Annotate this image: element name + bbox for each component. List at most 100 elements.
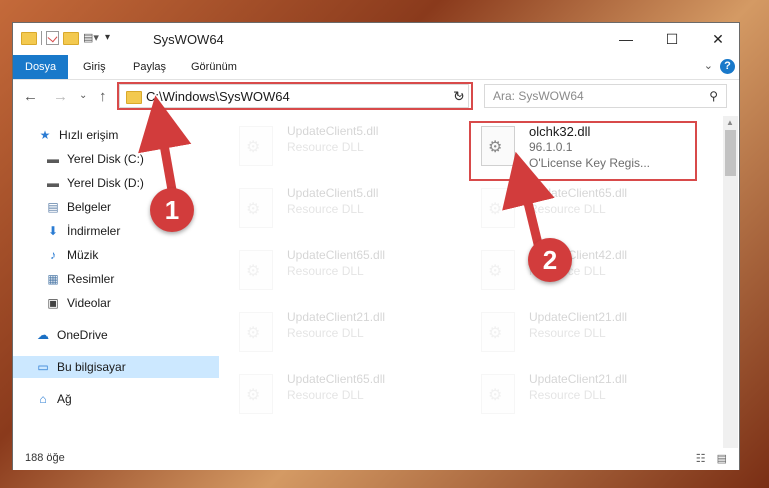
list-item[interactable]: ⚙ UpdateClient65.dll Resource DLL xyxy=(233,242,463,298)
sidebar-item-documents[interactable]: ▤ Belgeler ✦ xyxy=(13,196,239,218)
gear-icon: ⚙ xyxy=(246,139,261,156)
videos-icon: ▣ xyxy=(47,296,59,310)
customize-icon[interactable]: ▤▾ xyxy=(83,31,99,45)
sidebar-item-label: OneDrive xyxy=(57,328,108,342)
navigation-pane: ★ Hızlı erişim ▬ Yerel Disk (C:) ✦ ▬ Yer… xyxy=(13,116,229,446)
chevron-down-icon[interactable]: ▾ xyxy=(105,31,119,45)
documents-icon: ▤ xyxy=(47,200,59,214)
cloud-icon: ☁ xyxy=(37,328,49,342)
tab-paylas[interactable]: Paylaş xyxy=(121,55,178,79)
search-icon: ⚲ xyxy=(709,89,718,103)
file-name: UpdateClient65.dll xyxy=(287,248,386,262)
list-item[interactable]: ⚙ UpdateClient5.dll Resource DLL xyxy=(233,180,463,236)
search-input[interactable]: Ara: SysWOW64 ⚲ xyxy=(484,84,727,108)
dll-file-icon: ⚙ xyxy=(481,312,515,352)
dll-file-icon: ⚙ xyxy=(239,188,273,228)
search-placeholder: Ara: SysWOW64 xyxy=(493,89,584,103)
gear-icon: ⚙ xyxy=(488,263,503,280)
dll-file-icon: ⚙ xyxy=(239,126,273,166)
music-icon: ♪ xyxy=(50,248,56,262)
file-name: UpdateClient5.dll xyxy=(287,124,379,138)
sidebar-item-music[interactable]: ♪ Müzik ✦ xyxy=(13,244,239,266)
tab-gorunum[interactable]: Görünüm xyxy=(179,55,249,79)
maximize-button[interactable]: ☐ xyxy=(649,23,695,55)
view-toggle-icons[interactable]: ☷ ▤ xyxy=(696,452,731,465)
sidebar-item-videos[interactable]: ▣ Videolar ✦ xyxy=(13,292,239,314)
download-icon: ⬇ xyxy=(47,224,59,238)
sidebar-item-label: Videolar xyxy=(67,296,111,310)
quick-access-toolbar: ▤▾ ▾ xyxy=(21,31,119,45)
scrollbar[interactable]: ▲ xyxy=(723,116,738,448)
list-item[interactable]: ⚙ UpdateClient5.dll Resource DLL xyxy=(233,118,463,174)
file-type: Resource DLL xyxy=(529,388,606,402)
ribbon-tabs: Dosya Giriş Paylaş Görünüm ⌄ ? xyxy=(13,55,739,80)
sidebar-item-local-disk-d[interactable]: ▬ Yerel Disk (D:) ✦ xyxy=(13,172,239,194)
list-item[interactable]: ⚙ UpdateClient21.dll Resource DLL xyxy=(475,366,705,422)
sidebar-item-label: Yerel Disk (D:) xyxy=(67,176,144,190)
refresh-icon[interactable]: ↻ xyxy=(453,88,465,105)
file-name: UpdateClient65.dll xyxy=(287,372,386,386)
list-item[interactable]: ⚙ UpdateClient21.dll Resource DLL xyxy=(233,304,463,360)
file-name: UpdateClient65.dll xyxy=(529,186,628,200)
navigation-bar: ← → ⌄ ↑ C:\Windows\SysWOW64 ⌄ ↻ Ara: Sys… xyxy=(13,80,739,114)
status-bar: 188 öğe ☷ ▤ xyxy=(13,448,739,470)
back-button[interactable]: ← xyxy=(23,88,38,105)
sidebar-item-network[interactable]: ⌂ Ağ xyxy=(13,388,229,410)
step-badge-2: 2 xyxy=(528,238,572,282)
list-item[interactable]: ⚙ UpdateClient65.dll Resource DLL xyxy=(475,180,705,236)
folder-icon xyxy=(21,31,37,45)
file-type: Resource DLL xyxy=(287,388,364,402)
minimize-button[interactable]: — xyxy=(603,23,649,55)
computer-icon: ▭ xyxy=(37,360,49,374)
dll-file-icon: ⚙ xyxy=(481,188,515,228)
expand-ribbon-icon[interactable]: ⌄ xyxy=(704,59,713,72)
sidebar-item-downloads[interactable]: ⬇ İndirmeler ✦ xyxy=(13,220,239,242)
sidebar-item-quick-access[interactable]: ★ Hızlı erişim xyxy=(13,124,231,146)
file-name: UpdateClient21.dll xyxy=(529,372,628,386)
file-type: Resource DLL xyxy=(287,202,364,216)
file-name: UpdateClient5.dll xyxy=(287,186,379,200)
file-name: UpdateClient21.dll xyxy=(529,310,628,324)
sidebar-item-pictures[interactable]: ▦ Resimler ✦ xyxy=(13,268,239,290)
gear-icon: ⚙ xyxy=(488,201,503,218)
drive-icon: ▬ xyxy=(47,152,59,166)
gear-icon: ⚙ xyxy=(246,263,261,280)
address-highlight-box xyxy=(117,82,473,110)
item-count: 188 öğe xyxy=(25,452,65,464)
help-icon[interactable]: ? xyxy=(720,59,735,74)
up-button[interactable]: ↑ xyxy=(99,88,107,105)
new-folder-icon[interactable] xyxy=(63,31,79,45)
sidebar-item-onedrive[interactable]: ☁ OneDrive xyxy=(13,324,229,346)
divider xyxy=(41,31,42,45)
file-name: UpdateClient21.dll xyxy=(287,310,386,324)
title-bar: ▤▾ ▾ SysWOW64 — ☐ ✕ xyxy=(13,23,739,55)
gear-icon: ⚙ xyxy=(488,387,503,404)
tab-giris[interactable]: Giriş xyxy=(71,55,118,79)
sidebar-item-label: Resimler xyxy=(67,272,115,286)
forward-button[interactable]: → xyxy=(53,88,68,105)
file-type: Resource DLL xyxy=(529,326,606,340)
dll-file-icon: ⚙ xyxy=(239,250,273,290)
file-type: Resource DLL xyxy=(287,140,364,154)
list-item[interactable]: ⚙ UpdateClient21.dll Resource DLL xyxy=(475,304,705,360)
sidebar-item-this-pc[interactable]: ▭ Bu bilgisayar xyxy=(13,356,229,378)
properties-icon[interactable] xyxy=(46,31,59,45)
close-button[interactable]: ✕ xyxy=(695,23,741,55)
sidebar-item-local-disk-c[interactable]: ▬ Yerel Disk (C:) ✦ xyxy=(13,148,239,170)
scroll-thumb[interactable] xyxy=(725,130,736,176)
recent-locations-button[interactable]: ⌄ xyxy=(79,90,87,101)
list-item[interactable]: ⚙ UpdateClient42.dll Resource DLL xyxy=(475,242,705,298)
window-title: SysWOW64 xyxy=(153,32,224,47)
file-type: Resource DLL xyxy=(529,202,606,216)
sidebar-item-label: Yerel Disk (C:) xyxy=(67,152,144,166)
sidebar-item-label: Belgeler xyxy=(67,200,112,214)
file-type: Resource DLL xyxy=(287,264,364,278)
explorer-window: ▤▾ ▾ SysWOW64 — ☐ ✕ Dosya Giriş Paylaş G… xyxy=(12,22,740,470)
dll-file-icon: ⚙ xyxy=(239,312,273,352)
scroll-up-icon[interactable]: ▲ xyxy=(726,118,734,127)
pictures-icon: ▦ xyxy=(47,272,59,286)
gear-icon: ⚙ xyxy=(488,325,503,342)
sidebar-item-label: Hızlı erişim xyxy=(59,128,119,142)
tab-dosya[interactable]: Dosya xyxy=(13,55,69,79)
list-item[interactable]: ⚙ UpdateClient65.dll Resource DLL xyxy=(233,366,463,422)
